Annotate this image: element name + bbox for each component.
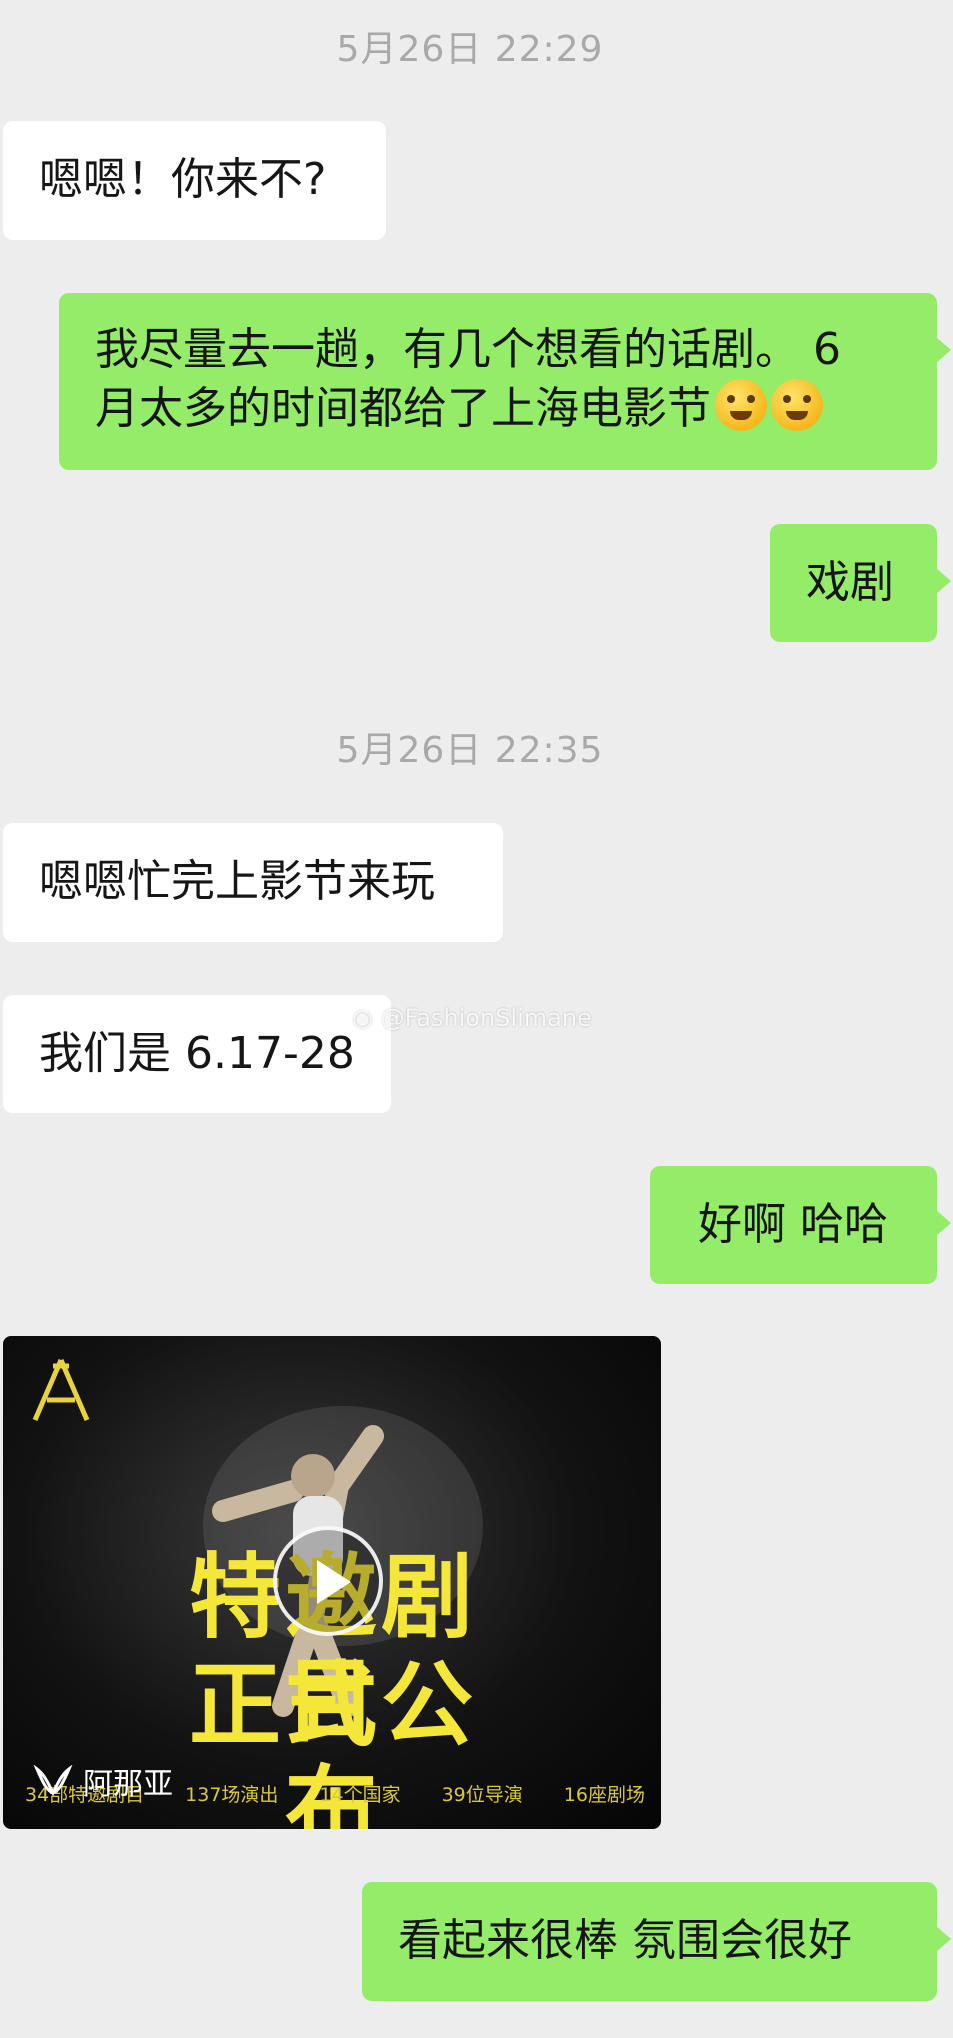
weibo-icon: ◉ bbox=[352, 1004, 373, 1032]
source-name: 阿那亚 bbox=[83, 1767, 173, 1802]
laughing-tears-icon bbox=[771, 379, 823, 431]
timestamp: 5月26日 22:29 bbox=[336, 29, 604, 70]
message-incoming[interactable]: 嗯嗯忙完上影节来玩 bbox=[3, 823, 503, 942]
channel-logo-icon bbox=[33, 1765, 73, 1797]
message-text-line: 月太多的时间都给了上海电影节 bbox=[95, 383, 711, 434]
message-outgoing[interactable]: 好啊 哈哈 bbox=[650, 1166, 951, 1284]
message-text: 好啊 哈哈 bbox=[698, 1199, 888, 1250]
message-text: 嗯嗯忙完上影节来玩 bbox=[39, 856, 435, 907]
aranya-logo-icon bbox=[32, 1359, 90, 1421]
video-message[interactable]: 特邀剧目 正式公布 34部特邀剧目 137场演出 14个国家 39位导演 16座… bbox=[3, 1336, 661, 1829]
message-outgoing[interactable]: 看起来很棒 氛围会很好 bbox=[362, 1882, 951, 2001]
message-outgoing[interactable]: 戏剧 bbox=[770, 524, 951, 642]
video-source: 阿那亚 bbox=[33, 1759, 173, 1803]
weibo-watermark: ◉ @FashionSlimane bbox=[352, 1004, 592, 1032]
watermark-text: @FashionSlimane bbox=[380, 1004, 592, 1032]
message-text: 嗯嗯！你来不? bbox=[39, 154, 327, 205]
crying-face-icon bbox=[715, 379, 767, 431]
stat-item: 14个国家 bbox=[319, 1784, 401, 1806]
play-icon[interactable] bbox=[273, 1526, 383, 1636]
timestamp: 5月26日 22:35 bbox=[336, 730, 604, 771]
message-incoming[interactable]: 嗯嗯！你来不? bbox=[3, 121, 386, 240]
message-outgoing[interactable]: 我尽量去一趟，有几个想看的话剧。 6 月太多的时间都给了上海电影节 bbox=[59, 293, 951, 470]
message-text: 戏剧 bbox=[806, 557, 894, 608]
stat-item: 137场演出 bbox=[185, 1784, 279, 1806]
stat-item: 39位导演 bbox=[441, 1784, 523, 1806]
message-text-line: 我尽量去一趟，有几个想看的话剧。 6 bbox=[95, 324, 841, 375]
message-text: 看起来很棒 氛围会很好 bbox=[398, 1915, 852, 1966]
stat-item: 16座剧场 bbox=[563, 1784, 645, 1806]
message-text: 我们是 6.17-28 bbox=[39, 1028, 355, 1079]
message-incoming[interactable]: 我们是 6.17-28 bbox=[3, 995, 391, 1113]
